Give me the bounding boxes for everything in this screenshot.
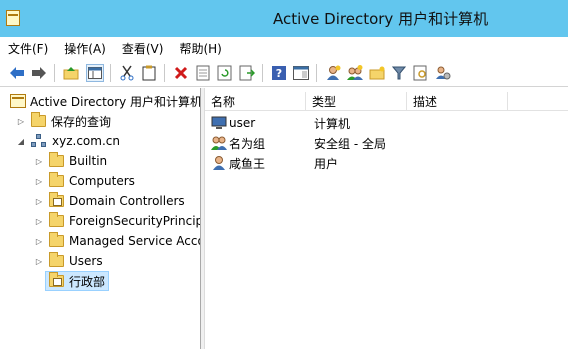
folder-icon <box>49 172 64 187</box>
user-icon <box>211 155 227 171</box>
tree-item-foreign-security-principals[interactable]: ▷ ForeignSecurityPrincipa <box>33 211 201 231</box>
list-row[interactable]: 咸鱼王 用户 <box>205 153 565 173</box>
tree-item-label: ForeignSecurityPrincipa <box>69 214 201 228</box>
ou-folder-icon <box>49 192 64 207</box>
copy-icon[interactable] <box>140 64 158 82</box>
tree-item-builtin[interactable]: ▷ Builtin <box>33 151 107 171</box>
console-view-icon[interactable] <box>292 64 310 82</box>
window-title: Active Directory 用户和计算机 <box>273 10 489 28</box>
expand-arrow-icon[interactable]: ▷ <box>33 255 45 267</box>
ou-folder-icon <box>49 272 64 287</box>
menu-action[interactable]: 操作(A) <box>64 40 106 57</box>
list-row[interactable]: user 计算机 <box>205 113 565 133</box>
show-hide-tree-icon[interactable] <box>86 64 104 82</box>
app-icon <box>6 10 20 26</box>
group-icon <box>211 135 227 151</box>
tree-item-domain[interactable]: ◢ xyz.com.cn <box>15 131 120 151</box>
up-folder-icon[interactable] <box>62 64 80 82</box>
expand-arrow-icon[interactable]: ▷ <box>15 115 27 127</box>
computer-icon <box>211 115 227 131</box>
help-icon[interactable]: ? <box>270 64 288 82</box>
column-header-description[interactable]: 描述 <box>407 92 508 111</box>
export-list-icon[interactable] <box>238 64 256 82</box>
delegate-icon[interactable] <box>434 64 452 82</box>
tree-item-label: 保存的查询 <box>51 114 112 129</box>
cell-name: user <box>229 116 256 130</box>
new-user-icon[interactable] <box>324 64 342 82</box>
tree-pane[interactable]: Active Directory 用户和计算机 ▷ 保存的查询 ◢ xyz.co… <box>0 88 201 349</box>
folder-icon <box>49 212 64 227</box>
title-bar[interactable]: Active Directory 用户和计算机 <box>0 0 568 37</box>
folder-icon <box>49 152 64 167</box>
cut-icon[interactable] <box>118 64 136 82</box>
tree-root[interactable]: Active Directory 用户和计算机 <box>10 91 201 111</box>
menu-bar: 文件(F) 操作(A) 查看(V) 帮助(H) <box>0 37 568 59</box>
expand-arrow-icon[interactable]: ▷ <box>33 175 45 187</box>
list-pane[interactable]: 名称 类型 描述 user 计算机 名为组 安全组 - 全局 咸鱼王 用户 <box>204 88 568 349</box>
cell-type: 计算机 <box>314 116 351 131</box>
cell-name: 名为组 <box>229 136 266 151</box>
new-ou-icon[interactable] <box>368 64 386 82</box>
tree-root-label: Active Directory 用户和计算机 <box>30 94 201 109</box>
filter-icon[interactable] <box>390 64 408 82</box>
delete-icon[interactable] <box>172 64 190 82</box>
expand-arrow-icon[interactable]: ▷ <box>33 195 45 207</box>
tree-item-label: Managed Service Acco <box>69 234 201 248</box>
tree-item-saved-queries[interactable]: ▷ 保存的查询 <box>15 111 111 131</box>
tree-item-domain-controllers[interactable]: ▷ Domain Controllers <box>33 191 185 211</box>
cell-type: 安全组 - 全局 <box>314 136 386 151</box>
cell-name: 咸鱼王 <box>229 156 266 171</box>
expand-arrow-icon[interactable]: ▷ <box>33 155 45 167</box>
back-arrow-icon[interactable] <box>8 64 26 82</box>
toolbar: ? <box>0 59 568 87</box>
list-header: 名称 类型 描述 <box>205 92 568 111</box>
cell-type: 用户 <box>314 156 339 171</box>
folder-icon <box>49 252 64 267</box>
menu-file[interactable]: 文件(F) <box>8 40 48 57</box>
svg-text:?: ? <box>276 67 282 80</box>
menu-view[interactable]: 查看(V) <box>122 40 164 57</box>
column-header-name[interactable]: 名称 <box>205 92 306 111</box>
expand-arrow-icon[interactable]: ▷ <box>33 215 45 227</box>
tree-item-label: Domain Controllers <box>69 194 185 208</box>
list-row[interactable]: 名为组 安全组 - 全局 <box>205 133 565 153</box>
find-icon[interactable] <box>412 64 430 82</box>
tree-item-users[interactable]: ▷ Users <box>33 251 103 271</box>
tree-item-label: Users <box>69 254 103 268</box>
properties-icon[interactable] <box>194 64 212 82</box>
tree-item-label: xyz.com.cn <box>52 134 120 148</box>
folder-icon <box>31 112 46 127</box>
menu-help[interactable]: 帮助(H) <box>179 40 221 57</box>
ad-console-icon <box>10 93 26 109</box>
new-group-icon[interactable] <box>346 64 364 82</box>
tree-item-ou-selected[interactable]: 行政部 <box>45 271 110 291</box>
domain-icon <box>31 134 47 148</box>
tree-item-label: Computers <box>69 174 135 188</box>
column-header-type[interactable]: 类型 <box>306 92 407 111</box>
tree-item-computers[interactable]: ▷ Computers <box>33 171 135 191</box>
refresh-icon[interactable] <box>216 64 234 82</box>
folder-icon <box>49 232 64 247</box>
tree-item-label: 行政部 <box>69 274 106 289</box>
expand-arrow-icon[interactable]: ▷ <box>33 235 45 247</box>
tree-item-label: Builtin <box>69 154 108 168</box>
collapse-arrow-icon[interactable]: ◢ <box>15 135 27 147</box>
forward-arrow-icon[interactable] <box>30 64 48 82</box>
tree-item-managed-service-accounts[interactable]: ▷ Managed Service Acco <box>33 231 201 251</box>
